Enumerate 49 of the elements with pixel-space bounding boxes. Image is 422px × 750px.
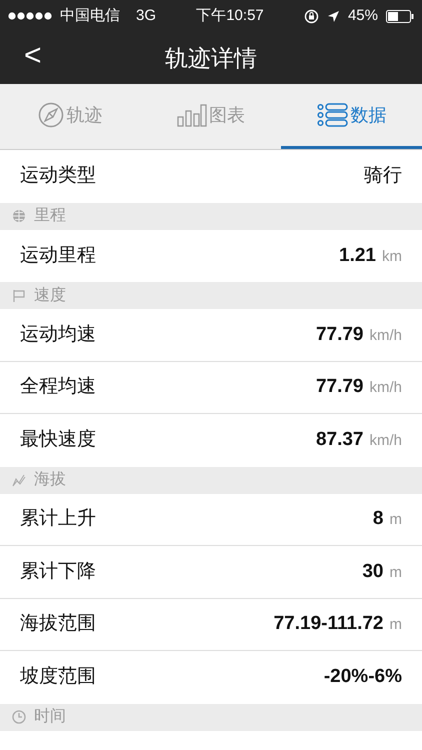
compass-icon	[38, 102, 64, 128]
rotation-lock-icon	[304, 8, 319, 24]
unit-text: km/h	[369, 431, 402, 451]
carrier-text: 中国电信	[60, 6, 120, 26]
bar-chart-icon	[177, 102, 207, 128]
row-value: 87.37	[316, 428, 364, 452]
row-label: 坡度范围	[20, 665, 96, 689]
section-title: 速度	[34, 286, 66, 306]
flag-icon	[12, 288, 26, 302]
network-text: 3G	[136, 6, 156, 26]
unit-text: m	[390, 562, 402, 582]
row-label: 运动类型	[20, 164, 96, 188]
section-title: 里程	[34, 206, 66, 226]
unit-text: km/h	[369, 326, 402, 346]
unit-text: km	[382, 246, 402, 266]
clock-text: 下午10:57	[196, 6, 264, 26]
section-title: 时间	[34, 706, 66, 727]
list-icon	[316, 102, 349, 128]
back-button[interactable]: <	[18, 38, 48, 74]
unit-text: m	[390, 510, 402, 530]
row-value: 77.79	[316, 375, 364, 399]
tab[interactable]: 轨迹	[0, 84, 141, 149]
row-label: 海拔范围	[20, 612, 96, 636]
location-icon	[326, 10, 340, 22]
row-value: 骑行	[364, 164, 402, 188]
page-title: 轨迹详情	[165, 44, 257, 73]
row-label: 运动均速	[20, 322, 96, 346]
row-value: 8	[372, 507, 384, 531]
row-value: 30	[362, 560, 384, 584]
signal-icon	[8, 12, 52, 20]
unit-text: km/h	[369, 378, 402, 398]
row-label: 运动里程	[20, 244, 96, 268]
unit-text: m	[390, 615, 402, 635]
globe-icon	[12, 209, 26, 223]
line-chart-icon	[12, 473, 26, 487]
row-value: -20%-6%	[324, 665, 402, 689]
row-label: 最快速度	[20, 428, 96, 452]
battery-text: 45%	[348, 6, 378, 26]
row-value: 1.21	[339, 244, 376, 268]
clock-icon	[12, 710, 26, 724]
tab[interactable]: 数据	[281, 84, 422, 149]
row-label: 累计下降	[20, 560, 96, 584]
row-value: 77.79	[316, 322, 364, 346]
tab[interactable]: 图表	[140, 84, 282, 149]
row-label: 累计上升	[20, 507, 96, 531]
row-label: 全程均速	[20, 375, 96, 399]
row-value: 77.19-111.72	[274, 612, 384, 636]
section-title: 海拔	[34, 470, 66, 490]
battery-icon	[386, 10, 414, 22]
